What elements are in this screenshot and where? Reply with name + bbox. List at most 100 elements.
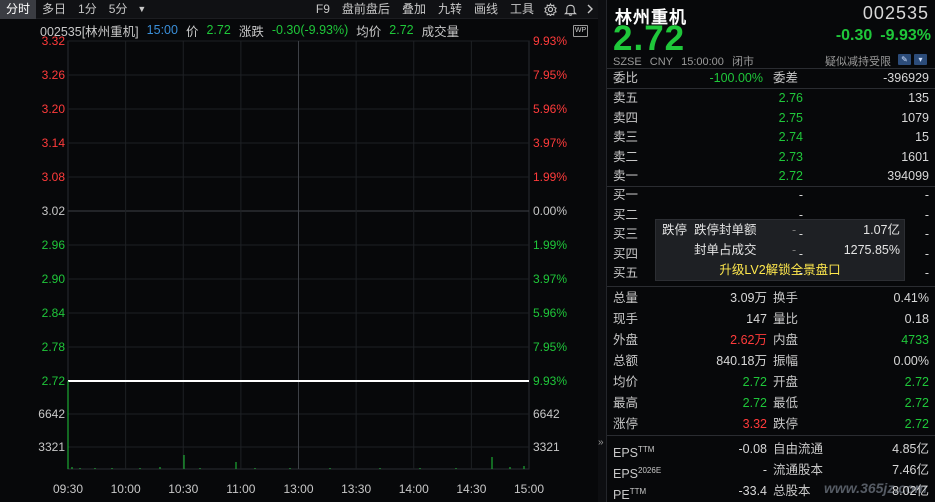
- stat-value: 4733: [901, 333, 929, 347]
- tools-button[interactable]: 工具: [504, 0, 540, 19]
- bid-row[interactable]: 买三 - -: [613, 225, 933, 244]
- order-ratio-label: 委比: [613, 71, 639, 85]
- price-tick-label: 2.84: [42, 306, 66, 320]
- ask-row[interactable]: 卖二 2.73 1601: [613, 148, 933, 167]
- ask-price: 2.73: [778, 149, 803, 164]
- tab-5min[interactable]: 5分: [103, 0, 134, 19]
- ask-row[interactable]: 卖五 2.76 135: [613, 89, 933, 108]
- order-ratio-row: 委比 -100.00% 委差 -396929: [613, 69, 933, 88]
- fundamental-value: -33.4: [738, 484, 768, 498]
- ask-row[interactable]: 卖四 2.75 1079: [613, 109, 933, 128]
- intraday-plot[interactable]: 3.32 9.93%3.26 7.95%3.20 5.96%3.14 3.97%3.08…: [0, 19, 598, 502]
- tab-1min[interactable]: 1分: [72, 0, 103, 19]
- bid-price: -: [798, 227, 803, 241]
- pct-tick-label: 7.95%: [533, 340, 567, 354]
- stat-label: 量比: [773, 312, 799, 326]
- time-tick-label: 09:30: [53, 482, 83, 496]
- ask-price: 2.72: [778, 169, 803, 183]
- time-tick-label: 14:30: [456, 482, 486, 496]
- change-percent: -9.93%: [880, 27, 931, 44]
- expand-chevron-icon[interactable]: [580, 0, 600, 19]
- period-dropdown-icon[interactable]: ▼: [133, 4, 150, 14]
- fundamental-value: -0.08: [738, 442, 768, 456]
- tab-multi-day[interactable]: 多日: [36, 0, 72, 19]
- change-amount: -0.30: [835, 27, 873, 44]
- collapse-arrow-icon[interactable]: »: [598, 437, 606, 448]
- pct-tick-label: 3.97%: [533, 136, 567, 150]
- bid-volume: -: [924, 188, 929, 202]
- price-tick-label: 3.20: [42, 102, 66, 116]
- stock-code: 002535: [862, 3, 929, 23]
- time-tick-label: 10:00: [111, 482, 141, 496]
- fundamental-row: PETTM -33.4 总股本 8.02亿: [613, 481, 933, 502]
- currency: CNY: [649, 56, 674, 68]
- ask-row[interactable]: 卖三 2.74 15: [613, 128, 933, 147]
- price-tick-label: 2.90: [42, 272, 66, 286]
- panel-splitter[interactable]: [598, 0, 606, 502]
- price-tick-label: 3.02: [42, 204, 66, 218]
- draw-line-button[interactable]: 画线: [468, 0, 504, 19]
- ask-row[interactable]: 卖一 2.72 394099: [613, 167, 933, 186]
- chart-stock-name: 002535[林州重机]: [40, 24, 139, 39]
- bid-row[interactable]: 买五 - -: [613, 264, 933, 283]
- stat-value: 840.18万: [716, 354, 767, 368]
- time-tick-label: 11:00: [226, 482, 255, 496]
- pre-post-market-button[interactable]: 盘前盘后: [336, 0, 396, 19]
- time-tick-label: 14:00: [399, 482, 429, 496]
- fundamental-label: 自由流通: [773, 442, 824, 456]
- ask-volume: 1601: [901, 149, 929, 164]
- fundamental-row: EPSTTM -0.08 自由流通 4.85亿: [613, 439, 933, 460]
- stat-value: 2.72: [742, 396, 767, 410]
- bid-label: 买四: [613, 246, 639, 261]
- wp-icon[interactable]: WP: [573, 25, 588, 37]
- price-tick-label: 3.14: [42, 136, 66, 150]
- volume-tick-label: 6642: [38, 407, 65, 421]
- tab-intraday[interactable]: 分时: [0, 0, 37, 19]
- f9-button[interactable]: F9: [310, 0, 336, 19]
- bid-row[interactable]: 买四 - -: [613, 245, 933, 264]
- fundamental-label: 流通股本: [773, 463, 824, 477]
- stat-row: 最高 2.72 最低 2.72: [613, 393, 933, 414]
- bid-row[interactable]: 买一 - -: [613, 186, 933, 205]
- bid-volume: -: [924, 207, 929, 222]
- ask-price: 2.75: [778, 110, 803, 125]
- fundamental-label-main: PE: [613, 488, 630, 502]
- order-diff-label: 委差: [773, 71, 799, 85]
- fundamental-value: 8.02亿: [892, 484, 929, 498]
- stat-row: 外盘 2.62万 内盘 4733: [613, 330, 933, 351]
- bid-label: 买一: [613, 188, 639, 202]
- chart-change-label: 涨跌: [238, 24, 264, 39]
- fundamental-value: 4.85亿: [892, 442, 929, 456]
- price-tick-label: 2.96: [42, 238, 66, 252]
- bid-label: 买五: [613, 266, 639, 280]
- divider: [607, 435, 935, 436]
- ask-label: 卖三: [613, 130, 639, 144]
- reduce-restricted-note[interactable]: 疑似减持受限: [825, 53, 891, 69]
- intraday-chart[interactable]: 3.32 9.93% 3.26 7.95% 3.20 5.96% 3.14 3.97% 3.08…: [0, 19, 598, 502]
- stat-row: 总量 3.09万 换手 0.41%: [613, 288, 933, 309]
- nine-turn-button[interactable]: 九转: [432, 0, 468, 19]
- fundamental-label: PETTM: [613, 481, 646, 502]
- ask-label: 卖二: [613, 149, 639, 164]
- overlay-button[interactable]: 叠加: [396, 0, 432, 19]
- quote-panel: 林州重机 002535 2.72 -0.30 -9.93% SZSE CNY 15…: [606, 0, 935, 502]
- fundamental-row: EPS2026E - 流通股本 7.46亿: [613, 460, 933, 481]
- settings-gear-icon[interactable]: [540, 0, 560, 19]
- more-icon[interactable]: ▾: [914, 54, 927, 65]
- stat-value: 3.32: [742, 417, 767, 431]
- stat-label: 总额: [613, 354, 639, 368]
- volume-tick-label-right: 3321: [533, 440, 560, 454]
- order-diff-value: -396929: [883, 71, 929, 85]
- order-ratio-value: -100.00%: [709, 71, 763, 85]
- alarm-bell-icon[interactable]: [560, 0, 580, 19]
- bid-row[interactable]: 买二 - -: [613, 206, 933, 225]
- stat-label: 均价: [613, 375, 639, 389]
- bid-volume: -: [924, 266, 929, 280]
- quote-time: 15:00:00: [681, 56, 724, 68]
- divider: [607, 286, 935, 287]
- chart-volume-label: 成交量: [421, 24, 460, 39]
- fundamental-value: 7.46亿: [892, 463, 929, 477]
- ask-volume: 394099: [887, 169, 929, 183]
- bid-price: -: [798, 207, 803, 222]
- edit-pencil-icon[interactable]: ✎: [898, 54, 911, 65]
